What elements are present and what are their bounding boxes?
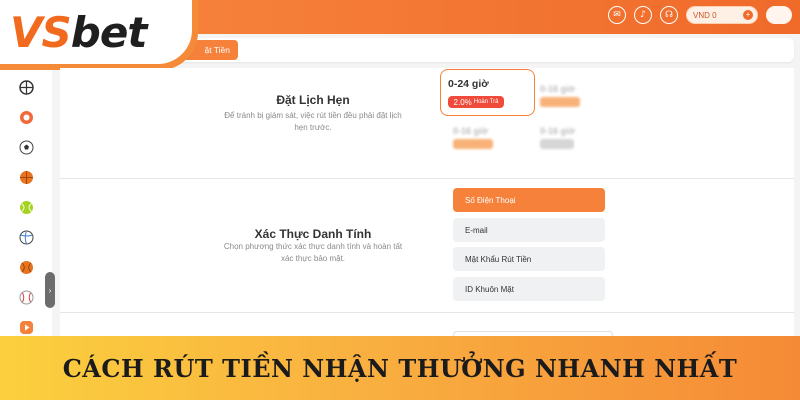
logo-text-bet: bet <box>70 7 148 57</box>
logo[interactable]: VSbet <box>0 0 192 64</box>
withdraw-panel <box>60 68 794 336</box>
section-divider <box>60 312 794 313</box>
rebate-badge: 2.0% Hoàn Trả <box>448 96 504 108</box>
time-slot-label: 0-16 giờ <box>540 84 575 94</box>
section-divider <box>60 178 794 179</box>
message-icon[interactable]: ✉ <box>608 6 626 24</box>
banner-title: CÁCH RÚT TIỀN NHẬN THƯỞNG NHANH NHẤT <box>62 353 738 383</box>
tennis-ball-icon[interactable] <box>19 200 34 215</box>
sidebar: › <box>0 70 55 336</box>
appointment-description: Để tránh bị giám sát, việc rút tiền đều … <box>200 110 426 133</box>
header-actions: ✉ ♪ ☊ VND 0 + <box>608 6 792 24</box>
logo-text-vs: VS <box>10 7 72 57</box>
appointment-description-line: Để tránh bị giám sát, việc rút tiền đều … <box>224 111 402 120</box>
verify-method-email[interactable]: E-mail <box>453 218 605 242</box>
add-funds-button[interactable]: + <box>743 10 753 20</box>
rebate-badge <box>453 139 493 149</box>
basketball-icon[interactable] <box>19 170 34 185</box>
time-slot-card[interactable]: 0-16 giờ <box>540 84 580 107</box>
bottom-banner: CÁCH RÚT TIỀN NHẬN THƯỞNG NHANH NHẤT <box>0 336 800 400</box>
identity-title: Xác Thực Danh Tính <box>254 227 372 241</box>
baseball-icon[interactable] <box>19 290 34 305</box>
time-slot-label: 0-16 giờ <box>453 126 488 136</box>
bell-icon[interactable]: ♪ <box>634 6 652 24</box>
soccer-ball-icon[interactable] <box>19 140 34 155</box>
verify-method-withdraw-password[interactable]: Mật Khẩu Rút Tiền <box>453 247 605 271</box>
video-play-icon[interactable] <box>19 320 34 335</box>
verify-method-phone[interactable]: Số Điện Thoại <box>453 188 605 212</box>
time-slot-label: 0-16 giờ <box>540 126 575 136</box>
balance-label: VND 0 <box>693 10 717 20</box>
time-slot-card-selected[interactable] <box>440 69 535 116</box>
verify-method-face-id[interactable]: ID Khuôn Mặt <box>453 277 605 301</box>
poker-chip-icon[interactable] <box>19 110 34 125</box>
volleyball-icon[interactable] <box>19 230 34 245</box>
appointment-description-line: hẹn trước. <box>294 122 332 132</box>
appointment-title: Đặt Lịch Hẹn <box>276 93 350 107</box>
time-slot-card[interactable]: 0-16 giờ <box>453 126 493 149</box>
balance-display[interactable]: VND 0 + <box>686 6 758 24</box>
account-menu[interactable] <box>766 6 792 24</box>
rebate-badge <box>540 139 574 149</box>
identity-description-line: xác thực bảo mật. <box>280 253 346 263</box>
rebate-label: Hoàn Trả <box>473 99 499 105</box>
rebate-badge <box>540 97 580 107</box>
logo-frame: VSbet <box>0 0 198 70</box>
sidebar-toggle-button[interactable]: › <box>45 272 55 308</box>
time-slot-label: 0-24 giờ <box>448 78 489 90</box>
identity-description-line: Chọn phương thức xác thực danh tính và h… <box>223 242 403 251</box>
rebate-value: 2.0% <box>453 97 472 107</box>
sports-all-icon[interactable] <box>19 80 34 95</box>
identity-description: Chọn phương thức xác thực danh tính và h… <box>200 241 426 264</box>
basketball-icon[interactable] <box>19 260 34 275</box>
headset-icon[interactable]: ☊ <box>660 6 678 24</box>
time-slot-card[interactable]: 0-16 giờ <box>540 126 575 149</box>
